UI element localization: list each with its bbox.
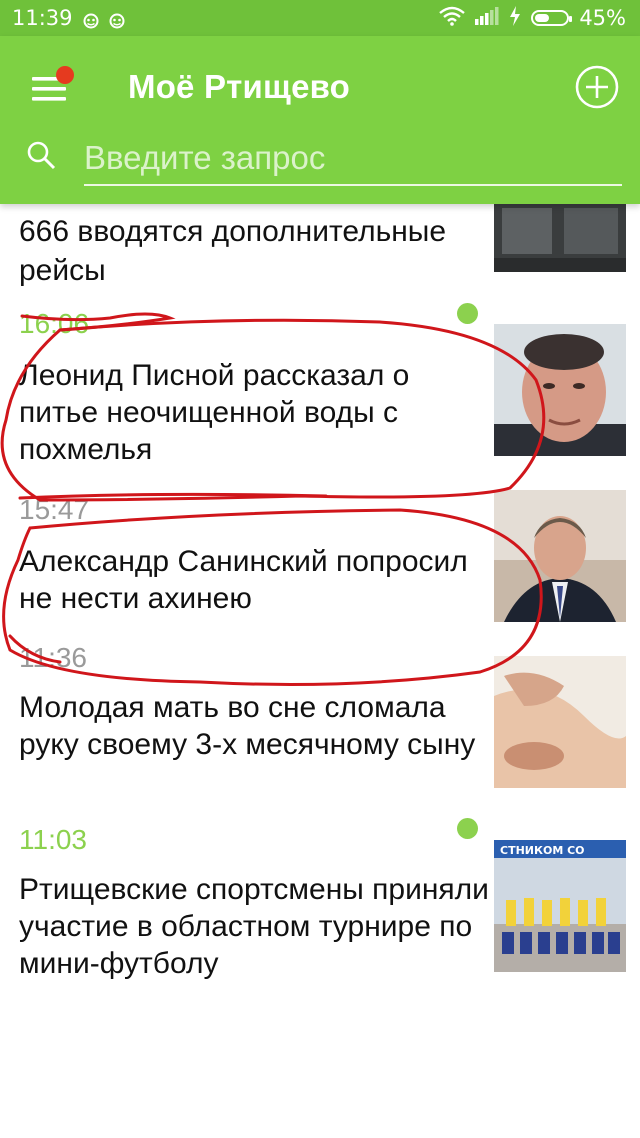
- news-time: 16:06: [19, 308, 90, 339]
- menu-notification-badge: [56, 66, 74, 84]
- news-thumbnail: [494, 656, 626, 788]
- news-headline: 666 вводятся дополнительные рейсы: [19, 215, 447, 287]
- news-time: 11:36: [19, 642, 87, 673]
- news-item[interactable]: 11:36 Молодая мать во сне сломала руку с…: [0, 642, 640, 812]
- news-time: 15:47: [19, 494, 90, 525]
- news-item[interactable]: 11:03 Ртищевские спортсмены приняли учас…: [0, 812, 640, 1012]
- plus-circle-icon: [575, 65, 619, 109]
- news-headline: Ртищевские спортсмены приняли участие в …: [19, 873, 489, 980]
- unread-indicator: [457, 303, 478, 324]
- news-headline: Александр Санинский попросил не нести ах…: [19, 545, 468, 615]
- menu-button[interactable]: [26, 66, 76, 110]
- search-icon: [26, 140, 58, 177]
- news-thumbnail: СТНИКОМ СО: [494, 840, 626, 972]
- search-underline: [84, 184, 622, 186]
- unread-indicator: [457, 818, 478, 839]
- news-thumbnail: [494, 324, 626, 456]
- app-bar: Моё Ртищево: [0, 36, 640, 204]
- news-item[interactable]: 16:06 Леонид Писной рассказал о питье не…: [0, 300, 640, 484]
- news-time: 11:03: [19, 824, 87, 855]
- search-input[interactable]: [84, 136, 622, 180]
- add-button[interactable]: [574, 64, 620, 110]
- news-headline: Леонид Писной рассказал о питье неочищен…: [19, 359, 410, 466]
- svg-text:СТНИКОМ СО: СТНИКОМ СО: [500, 844, 585, 857]
- news-headline: Молодая мать во сне сломала руку своему …: [19, 691, 476, 761]
- app-title: Моё Ртищево: [128, 68, 351, 105]
- news-thumbnail: [494, 490, 626, 622]
- news-item[interactable]: 15:47 Александр Санинский попросил не не…: [0, 484, 640, 642]
